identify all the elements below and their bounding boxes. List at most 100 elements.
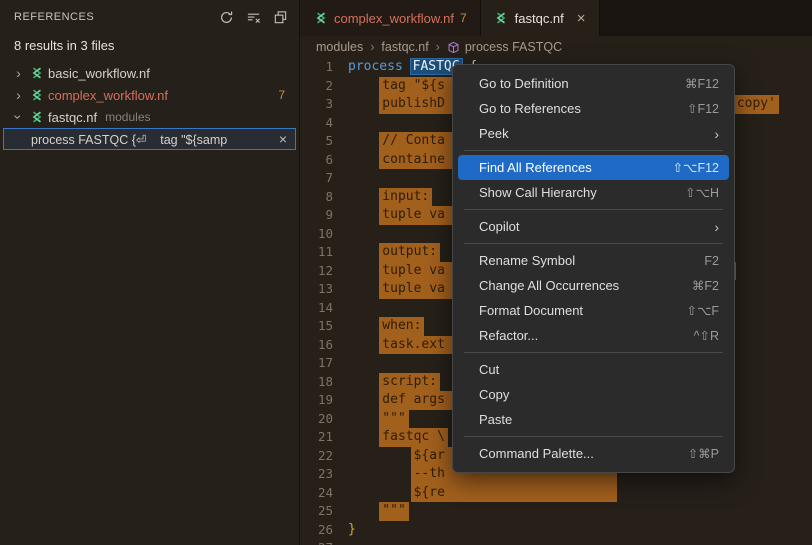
breadcrumb-separator: › — [436, 40, 440, 54]
reference-snippet: process FASTQC {⏎ tag "${samp — [31, 132, 271, 147]
menu-item-label: Show Call Hierarchy — [479, 185, 597, 200]
breadcrumb-separator: › — [370, 40, 374, 54]
menu-separator — [464, 209, 723, 210]
menu-item-go-to-definition[interactable]: Go to Definition ⌘F12 — [458, 71, 729, 96]
menu-item-shortcut: ⇧⌥F12 — [673, 160, 719, 175]
nextflow-icon — [29, 110, 44, 125]
menu-separator — [464, 243, 723, 244]
menu-item-label: Copilot — [479, 219, 519, 234]
line-number: 8 — [300, 188, 348, 207]
code-token: } — [348, 522, 356, 537]
menu-item-go-to-references[interactable]: Go to References⇧F12 — [458, 96, 729, 121]
menu-item-shortcut: ⌘F12 — [685, 76, 719, 91]
line-number: 5 — [300, 132, 348, 151]
nextflow-icon — [29, 66, 44, 81]
menu-item-paste[interactable]: Paste — [458, 407, 729, 432]
nextflow-icon — [494, 11, 509, 26]
symbol-icon — [447, 41, 460, 54]
code-token — [403, 59, 411, 74]
breadcrumb-item-modules[interactable]: modules — [316, 40, 363, 54]
menu-item-rename-symbol[interactable]: Rename SymbolF2 — [458, 248, 729, 273]
menu-item-label: Refactor... — [479, 328, 538, 343]
menu-item-refactor[interactable]: Refactor...^⇧R — [458, 323, 729, 348]
menu-item-label: Find All References — [479, 160, 592, 175]
copy-results-icon[interactable] — [271, 8, 289, 26]
line-number: 27 — [300, 539, 348, 545]
line-number: 6 — [300, 151, 348, 170]
menu-item-cut[interactable]: Cut — [458, 357, 729, 382]
menu-item-copilot[interactable]: Copilot› — [458, 214, 729, 239]
line-number: 1 — [300, 58, 348, 77]
tab-label: fastqc.nf — [515, 11, 564, 26]
menu-item-shortcut: F2 — [704, 254, 719, 268]
match-highlight: ${re — [411, 484, 617, 503]
line-content: } — [348, 521, 812, 540]
code-line[interactable]: 26} — [300, 521, 812, 540]
menu-item-command-palette[interactable]: Command Palette...⇧⌘P — [458, 441, 729, 466]
menu-item-label: Go to Definition — [479, 76, 569, 91]
sidebar-header: REFERENCES — [0, 0, 299, 34]
menu-item-label: Change All Occurrences — [479, 278, 619, 293]
match-highlight: when: — [379, 317, 424, 336]
menu-item-peek[interactable]: Peek› — [458, 121, 729, 146]
menu-item-shortcut: ⌘F2 — [692, 278, 719, 293]
context-menu: Go to Definition ⌘F12 Go to References⇧F12… — [452, 64, 735, 473]
code-line[interactable]: 27 — [300, 539, 812, 545]
match-highlight: """ — [379, 502, 408, 521]
tab-complex-workflow-nf[interactable]: complex_workflow.nf7 — [300, 0, 481, 36]
file-row-complex-workflow-nf[interactable]: ›complex_workflow.nf7 — [0, 84, 299, 106]
close-icon[interactable]: × — [271, 131, 295, 147]
file-name: complex_workflow.nf — [48, 88, 168, 103]
breadcrumb-item-process-fastqc[interactable]: process FASTQC — [447, 40, 562, 54]
menu-item-label: Paste — [479, 412, 512, 427]
menu-item-label: Peek — [479, 126, 509, 141]
file-row-basic-workflow-nf[interactable]: ›basic_workflow.nf — [0, 62, 299, 84]
line-content — [348, 539, 812, 545]
line-number: 11 — [300, 243, 348, 262]
clear-results-icon[interactable] — [244, 8, 262, 26]
line-number: 12 — [300, 262, 348, 281]
reference-result-item[interactable]: process FASTQC {⏎ tag "${samp× — [3, 128, 296, 150]
menu-item-copy[interactable]: Copy — [458, 382, 729, 407]
menu-item-shortcut: ⇧F12 — [687, 101, 719, 116]
menu-separator — [464, 436, 723, 437]
file-name: basic_workflow.nf — [48, 66, 150, 81]
match-highlight: input: — [379, 188, 432, 207]
menu-item-label: Copy — [479, 387, 509, 402]
line-number: 26 — [300, 521, 348, 540]
menu-item-find-all-references[interactable]: Find All References ⇧⌥F12 — [458, 155, 729, 180]
menu-item-format-document[interactable]: Format Document⇧⌥F — [458, 298, 729, 323]
line-number: 17 — [300, 354, 348, 373]
sidebar-toolbar — [217, 8, 289, 26]
code-line[interactable]: 24 ${re — [300, 484, 812, 503]
line-number: 15 — [300, 317, 348, 336]
references-sidebar: REFERENCES 8 results in 3 files ›basic_w… — [0, 0, 300, 545]
code-line[interactable]: 25 """ — [300, 502, 812, 521]
file-description: modules — [105, 110, 150, 124]
tab-fastqc-nf[interactable]: fastqc.nf × — [481, 0, 600, 36]
line-number: 25 — [300, 502, 348, 521]
line-content: ${re — [348, 484, 812, 503]
refresh-icon[interactable] — [217, 8, 235, 26]
file-name: fastqc.nf — [48, 110, 97, 125]
match-highlight: script: — [379, 373, 440, 392]
line-number: 4 — [300, 114, 348, 133]
breadcrumb-item-fastqc-nf[interactable]: fastqc.nf — [381, 40, 428, 54]
file-row-fastqc-nf[interactable]: ›fastqc.nfmodules — [0, 106, 299, 128]
tab-close-icon[interactable]: × — [577, 10, 586, 27]
line-content: """ — [348, 502, 812, 521]
nextflow-icon — [29, 88, 44, 103]
line-number: 2 — [300, 77, 348, 96]
line-number: 9 — [300, 206, 348, 225]
match-highlight: fastqc \ — [379, 428, 448, 447]
menu-item-label: Command Palette... — [479, 446, 594, 461]
menu-item-change-all-occurrences[interactable]: Change All Occurrences ⌘F2 — [458, 273, 729, 298]
line-number: 16 — [300, 336, 348, 355]
code-token: process — [348, 59, 403, 74]
sidebar-title: REFERENCES — [14, 11, 94, 23]
line-number: 14 — [300, 299, 348, 318]
line-number: 7 — [300, 169, 348, 188]
menu-item-show-call-hierarchy[interactable]: Show Call Hierarchy⇧⌥H — [458, 180, 729, 205]
menu-separator — [464, 352, 723, 353]
line-number: 24 — [300, 484, 348, 503]
